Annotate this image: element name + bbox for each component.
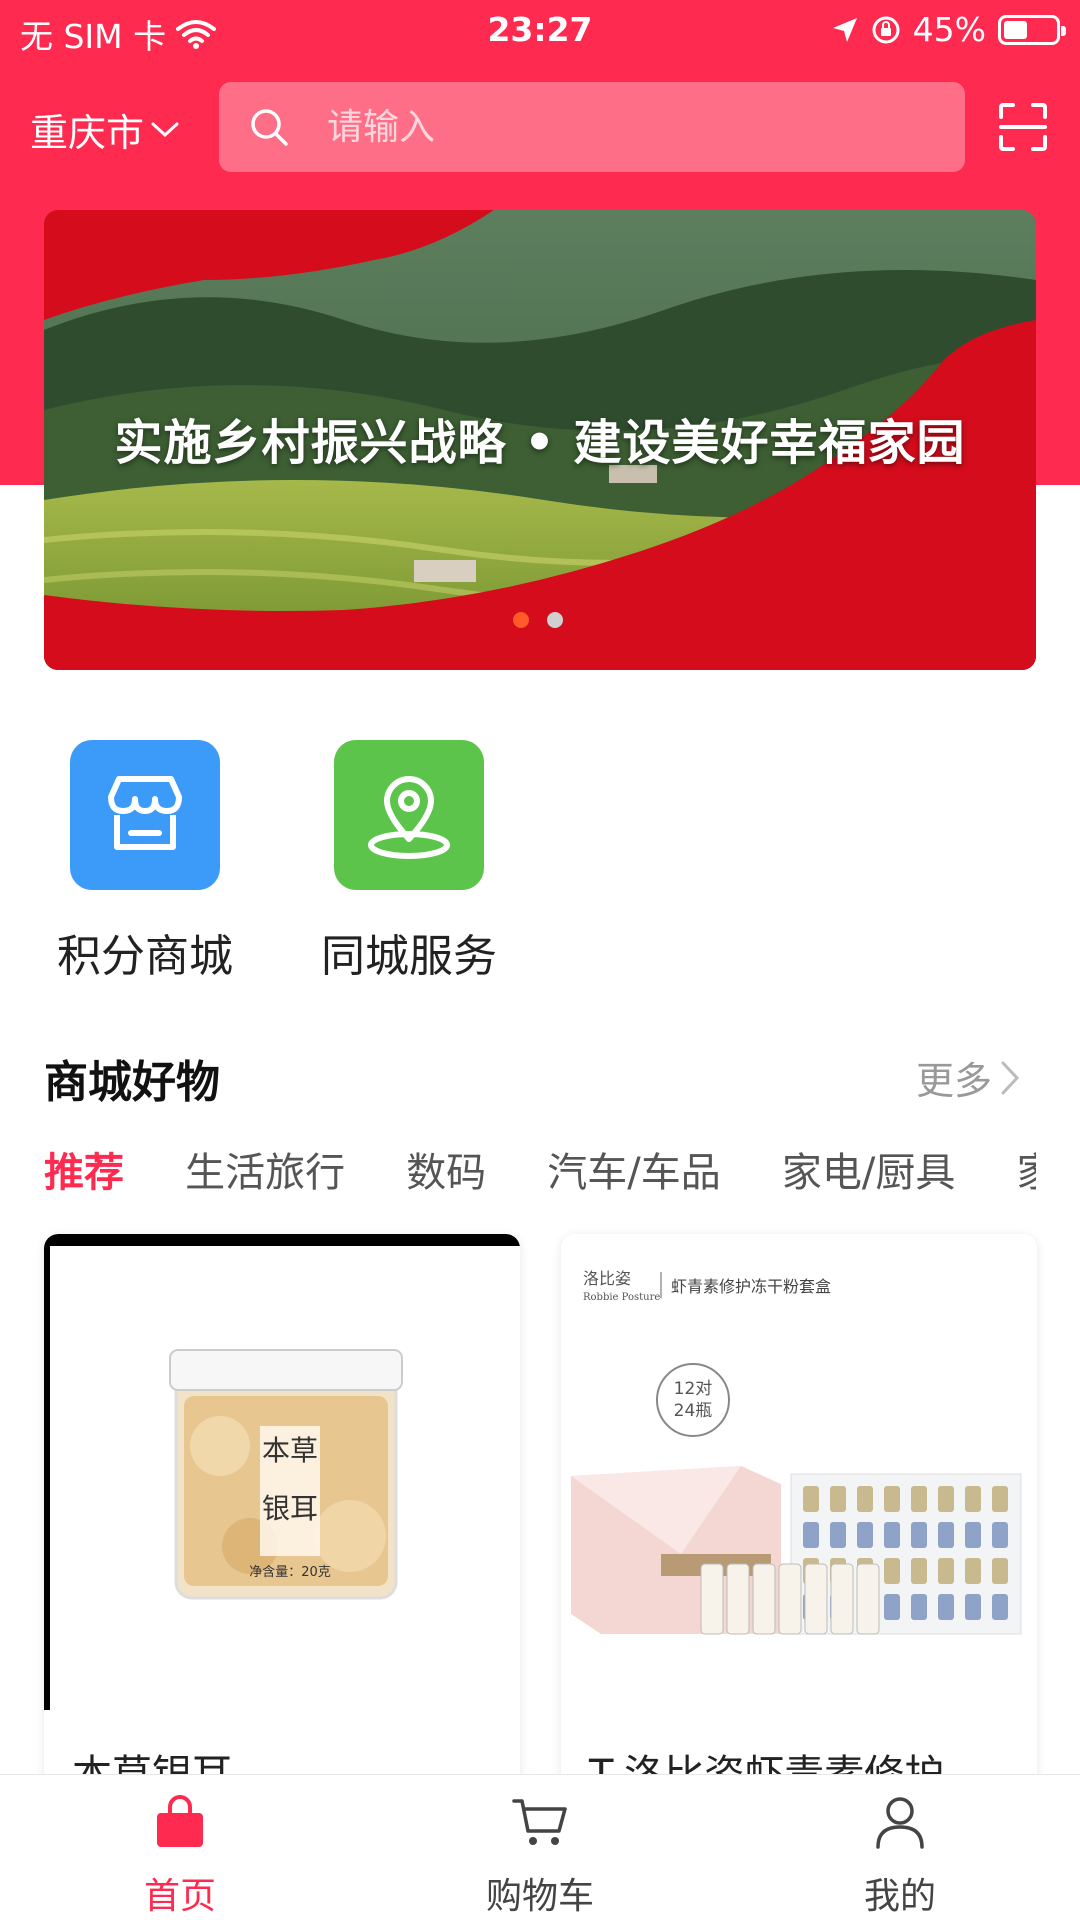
product-image-text: Robbie Posture	[583, 1292, 660, 1303]
search-icon	[251, 109, 288, 146]
tabbar-label: 购物车	[485, 1876, 594, 1917]
entry-icon-box	[334, 740, 484, 890]
tab-home[interactable]: 家	[1016, 1140, 1036, 1198]
user-icon	[876, 1797, 924, 1849]
battery-percent: 45%	[912, 10, 986, 49]
vial-row	[700, 1563, 880, 1635]
chevron-down-icon	[151, 122, 179, 137]
vial	[857, 1486, 873, 1512]
vial	[965, 1486, 981, 1512]
vial	[884, 1486, 900, 1512]
status-bar: 无 SIM 卡 23:27 45%	[0, 0, 1080, 62]
search-bar[interactable]	[219, 82, 965, 172]
product-image-text: 净含量：20克	[249, 1564, 331, 1580]
shopping-bag-icon	[157, 1795, 203, 1847]
banner-carousel[interactable]: 实施乡村振兴战略 • 建设美好幸福家园	[44, 210, 1036, 670]
cart-icon	[512, 1799, 567, 1845]
vial	[965, 1594, 981, 1620]
tab-appliance[interactable]: 家电/厨具	[782, 1140, 955, 1198]
tab-life-travel[interactable]: 生活旅行	[185, 1140, 345, 1198]
carousel-dot[interactable]	[547, 612, 563, 628]
location-pin-icon	[368, 776, 450, 859]
product-image-text: 24瓶	[674, 1401, 713, 1421]
tabbar-label: 首页	[143, 1876, 216, 1917]
carousel-dots	[513, 612, 563, 628]
vial	[992, 1594, 1008, 1620]
battery-icon	[998, 14, 1066, 45]
tabbar-label: 我的	[863, 1876, 936, 1917]
vial	[804, 1563, 828, 1635]
product-image: 洛比姿 Robbie Posture 虾青素修护冻干粉套盒 12对 24瓶	[561, 1234, 1037, 1710]
vial	[726, 1563, 750, 1635]
vial	[803, 1486, 819, 1512]
search-input[interactable]	[327, 106, 887, 148]
product-image-text: 银耳	[262, 1492, 318, 1525]
vial	[884, 1594, 900, 1620]
tabbar-cart[interactable]: 购物车	[440, 1793, 640, 1919]
more-link[interactable]: 更多	[916, 1050, 1020, 1105]
status-right: 45%	[831, 10, 1066, 49]
vial	[700, 1563, 724, 1635]
more-label: 更多	[915, 1059, 992, 1103]
vial	[884, 1558, 900, 1584]
section-title: 商城好物	[44, 1057, 220, 1108]
vial	[857, 1522, 873, 1548]
vial	[911, 1558, 927, 1584]
location-arrow-icon	[832, 17, 857, 42]
city-label: 重庆市	[30, 111, 145, 155]
header: 重庆市	[0, 78, 1080, 174]
vial	[911, 1486, 927, 1512]
vial	[911, 1522, 927, 1548]
tabbar-mine[interactable]: 我的	[800, 1793, 1000, 1919]
vial	[965, 1522, 981, 1548]
city-selector[interactable]: 重庆市	[30, 102, 180, 157]
product-image-text: 洛比姿	[583, 1269, 631, 1288]
vial	[856, 1563, 880, 1635]
quick-entries: 积分商城 同城服务	[0, 740, 1080, 982]
vial	[830, 1486, 846, 1512]
entry-local-service[interactable]: 同城服务	[309, 740, 509, 984]
vial	[938, 1522, 954, 1548]
product-image: 本草 银耳 净含量：20克	[44, 1234, 520, 1710]
vial	[752, 1563, 776, 1635]
vial	[938, 1558, 954, 1584]
vial	[938, 1594, 954, 1620]
product-image-text: 本草	[262, 1434, 318, 1467]
entry-label: 同城服务	[321, 931, 497, 982]
category-tabs: 推荐 生活旅行 数码 汽车/车品 家电/厨具 家	[44, 1140, 1036, 1200]
tab-recommended[interactable]: 推荐	[44, 1140, 124, 1198]
battery-level	[1004, 20, 1027, 39]
store-icon	[108, 776, 182, 850]
tabbar-home[interactable]: 首页	[80, 1793, 280, 1919]
vial	[911, 1594, 927, 1620]
vial	[938, 1486, 954, 1512]
bottom-tab-bar: 首页 购物车 我的	[0, 1774, 1080, 1920]
entry-icon-box	[70, 740, 220, 890]
vial	[992, 1558, 1008, 1584]
scan-icon[interactable]	[998, 102, 1048, 152]
orientation-lock-icon	[872, 16, 900, 43]
banner-title: 实施乡村振兴战略 • 建设美好幸福家园	[114, 415, 966, 471]
vial	[830, 1522, 846, 1548]
product-card[interactable]: 本草 银耳 净含量：20克 本草银耳	[44, 1234, 520, 1794]
entry-points-mall[interactable]: 积分商城	[45, 740, 245, 984]
chevron-right-icon	[1001, 1061, 1020, 1094]
vial	[965, 1558, 981, 1584]
tab-digital[interactable]: 数码	[406, 1140, 486, 1198]
vial	[830, 1563, 854, 1635]
vial	[992, 1522, 1008, 1548]
vial	[803, 1522, 819, 1548]
entry-label: 积分商城	[57, 931, 233, 982]
vial	[884, 1522, 900, 1548]
carousel-dot-active[interactable]	[513, 612, 529, 628]
product-image-text: 虾青素修护冻干粉套盒	[671, 1277, 831, 1296]
product-image-text: 12对	[674, 1379, 713, 1399]
tab-auto[interactable]: 汽车/车品	[547, 1140, 720, 1198]
product-card[interactable]: 洛比姿 Robbie Posture 虾青素修护冻干粉套盒 12对 24瓶 T-…	[561, 1234, 1037, 1794]
vial	[992, 1486, 1008, 1512]
vial	[778, 1563, 802, 1635]
